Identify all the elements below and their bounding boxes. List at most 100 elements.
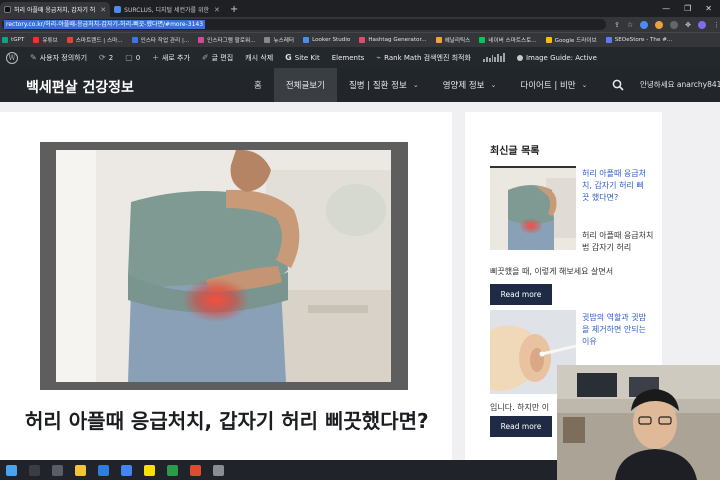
- wp-customize-link[interactable]: ✎ 사용자 정의하기: [24, 53, 93, 63]
- chevron-down-icon: ⌄: [412, 81, 419, 89]
- user-greeting[interactable]: 안녕하세요 anarchy841님: [640, 79, 720, 90]
- bookmark-item[interactable]: 뉴스레터: [264, 36, 294, 44]
- nav-item-diet[interactable]: 다이어트 | 비만 ⌄: [508, 68, 599, 102]
- browser-tab-active[interactable]: 허리 아플때 응급처치, 갑자기 허 ✕: [0, 2, 111, 17]
- address-bar-actions: ⇪ ☆ ✥ ⋮: [614, 20, 720, 29]
- bookmark-item[interactable]: 스마트렌드 | 스마...: [66, 36, 123, 44]
- bookmark-favicon-icon: [198, 37, 205, 43]
- extensions-puzzle-icon[interactable]: ✥: [685, 21, 691, 29]
- bookmark-item[interactable]: tGPT: [2, 37, 24, 43]
- app-icon[interactable]: [167, 464, 178, 476]
- wp-new-content-link[interactable]: + 새로 추가: [146, 53, 196, 63]
- url-input[interactable]: rectory.co.kr/허리-아플때-응급처치-갑자기-허리-삐끗-했다면/…: [2, 19, 606, 30]
- wp-admin-bar: W ✎ 사용자 정의하기 ⟳ 2 ▢ 0 + 새로 추가 ✐ 글 편집 캐시 삭제 G Si…: [0, 47, 720, 68]
- browser-tab[interactable]: SURCLUS, 디지털 세컨가를 위한 ✕: [110, 2, 224, 17]
- site-logo[interactable]: 백세편살 건강정보: [26, 77, 134, 97]
- wp-rankmath-link[interactable]: ⌁ Rank Math 검색엔진 최적화: [370, 53, 477, 63]
- tab-title: 허리 아플때 응급처치, 갑자기 허: [14, 7, 96, 14]
- bookmark-favicon-icon: [131, 37, 138, 43]
- bookmark-item[interactable]: SEOeStore - The #...: [605, 37, 672, 43]
- nav-item-supplements[interactable]: 영양제 정보 ⌄: [431, 68, 509, 102]
- wp-clear-cache-link[interactable]: 캐시 삭제: [239, 53, 279, 63]
- site-header: 백세편살 건강정보 홈 전체글보기 질병 | 질환 정보 ⌄ 영양제 정보 ⌄ 다이…: [0, 68, 720, 102]
- extension-icon[interactable]: [670, 20, 679, 29]
- browser-tab-strip: 허리 아플때 응급처치, 갑자기 허 ✕ SURCLUS, 디지털 세컨가를 위…: [0, 0, 720, 17]
- maximize-icon[interactable]: ❐: [684, 4, 691, 13]
- post-title-link[interactable]: 허리 아플때 응급처치, 갑자기 허리 삐끗 했다면?: [582, 168, 648, 204]
- chrome-icon[interactable]: [121, 464, 132, 476]
- wp-edit-post-link[interactable]: ✐ 글 편집: [196, 53, 239, 63]
- minimize-icon[interactable]: —: [662, 4, 670, 13]
- wp-comments-link[interactable]: ▢ 0: [119, 53, 146, 62]
- extension-icon[interactable]: [640, 20, 649, 29]
- app-icon[interactable]: [190, 464, 201, 476]
- profile-avatar[interactable]: [698, 20, 706, 29]
- post-excerpt: 삐끗했을 때, 이렇게 해보세요 살면서: [490, 267, 614, 276]
- wp-stats-graph[interactable]: [477, 53, 511, 62]
- wordpress-icon: W: [6, 51, 18, 64]
- bookmark-item[interactable]: 인스타 작업 관리 |...: [131, 36, 189, 44]
- post-excerpt: 허리 아플때 응급처치법 갑자기 허리: [582, 231, 654, 252]
- bookmark-favicon-icon: [605, 37, 612, 43]
- google-icon: G: [285, 53, 292, 62]
- wp-elements-link[interactable]: Elements: [326, 54, 371, 62]
- bookmark-favicon-icon: [435, 37, 442, 43]
- folder-icon: [264, 37, 271, 43]
- read-more-button[interactable]: Read more: [490, 284, 552, 305]
- nav-item-disease-info[interactable]: 질병 | 질환 정보 ⌄: [337, 68, 431, 102]
- featured-image-frame: [40, 142, 408, 390]
- post-thumbnail[interactable]: [490, 166, 576, 250]
- nav-item-all-posts[interactable]: 전체글보기: [273, 68, 337, 102]
- pencil-icon: ✐: [201, 53, 209, 62]
- window-controls: — ❐ ✕: [662, 0, 720, 17]
- app-icon[interactable]: [213, 464, 224, 476]
- wp-logo-menu[interactable]: W: [0, 51, 24, 64]
- new-tab-button[interactable]: +: [224, 2, 244, 17]
- bookmark-item[interactable]: Google 드라이브: [545, 36, 597, 44]
- bookmark-item[interactable]: 헤날리틱스: [435, 36, 470, 44]
- os-taskbar: [0, 460, 557, 480]
- chevron-down-icon: ⌄: [581, 81, 588, 89]
- search-icon[interactable]: [29, 464, 40, 476]
- wp-updates-link[interactable]: ⟳ 2: [93, 53, 119, 62]
- close-window-icon[interactable]: ✕: [705, 4, 712, 13]
- bookmark-item[interactable]: 네이버 스마트스토...: [479, 36, 537, 44]
- wp-sitekit-link[interactable]: G Site Kit: [279, 53, 326, 62]
- bookmark-item[interactable]: Hashtag Generator...: [359, 37, 427, 43]
- wp-image-guide[interactable]: Image Guide: Active: [511, 54, 603, 62]
- task-view-icon[interactable]: [52, 464, 63, 476]
- status-dot-icon: [516, 54, 523, 61]
- url-text: rectory.co.kr/허리-아플때-응급처치-갑자기-허리-삐끗-했다면/…: [4, 20, 206, 29]
- search-icon[interactable]: [612, 79, 624, 91]
- tab-close-icon[interactable]: ✕: [100, 6, 106, 14]
- bookmark-item[interactable]: 인스타그램 팔로워...: [198, 36, 255, 44]
- bookmark-item[interactable]: Looker Studio: [303, 37, 350, 43]
- share-icon[interactable]: ⇪: [614, 21, 620, 29]
- featured-image: [56, 150, 391, 382]
- rankmath-icon: ⌁: [376, 53, 382, 62]
- tab-title: SURCLUS, 디지털 세컨가를 위한: [124, 7, 209, 14]
- comment-bubble-icon: ▢: [125, 53, 133, 62]
- naver-icon: [479, 37, 486, 43]
- menu-kebab-icon[interactable]: ⋮: [713, 21, 720, 29]
- extension-icon[interactable]: [655, 20, 664, 29]
- site-favicon-icon: [114, 6, 122, 13]
- file-explorer-icon[interactable]: [75, 464, 86, 476]
- webcam-overlay: [557, 365, 720, 480]
- read-more-button[interactable]: Read more: [490, 416, 552, 437]
- bookmark-star-icon[interactable]: ☆: [627, 21, 633, 29]
- windows-start-icon[interactable]: [6, 464, 17, 476]
- nav-item-home[interactable]: 홈: [242, 68, 274, 102]
- bookmark-item[interactable]: 유튜브: [33, 36, 58, 44]
- article-title: 허리 아플때 응급처치, 갑자기 허리 삐끗했다면?: [25, 409, 429, 433]
- stats-graph-icon: [482, 53, 505, 62]
- chevron-down-icon: ⌄: [490, 81, 497, 89]
- plus-icon: +: [152, 53, 159, 62]
- post-title-link[interactable]: 귓밥의 역할과 귓밥을 제거하면 안되는 이유: [582, 312, 648, 348]
- bookmark-favicon-icon: [66, 37, 73, 43]
- edge-icon[interactable]: [98, 464, 109, 476]
- kakaotalk-icon[interactable]: [144, 464, 155, 476]
- article-card: 허리 아플때 응급처치, 갑자기 허리 삐끗했다면?: [0, 112, 452, 460]
- tab-close-icon[interactable]: ✕: [214, 6, 220, 14]
- address-bar-row: rectory.co.kr/허리-아플때-응급처치-갑자기-허리-삐끗-했다면/…: [0, 17, 720, 32]
